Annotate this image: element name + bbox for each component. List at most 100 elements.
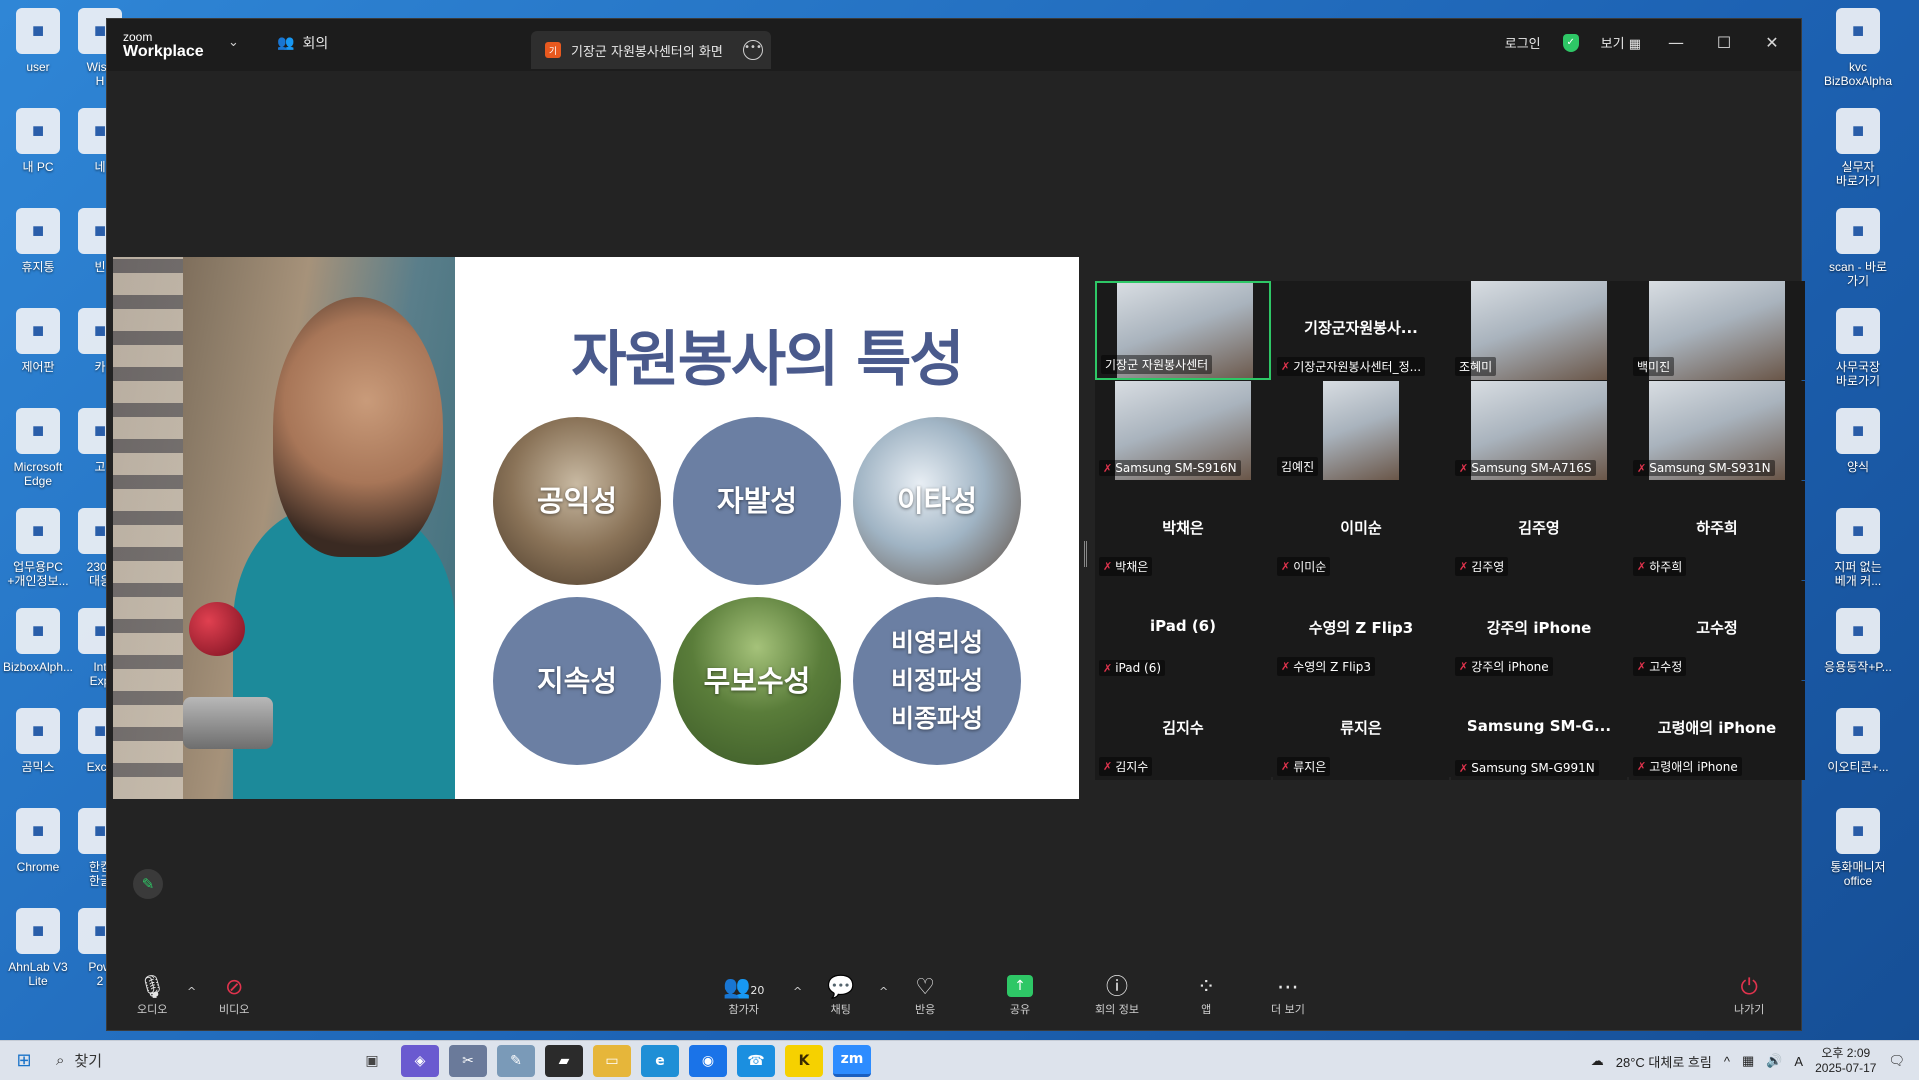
video-button[interactable]: ⊘ 비디오 — [219, 975, 249, 1017]
desktop-icon-label: 이오티콘+... — [1827, 760, 1889, 774]
audio-button[interactable]: 🎙 오디오 — [137, 975, 167, 1017]
participant-tile[interactable]: 박채은 ✗ 박채은 — [1095, 481, 1271, 580]
participant-tile[interactable]: 김예진 — [1273, 381, 1449, 480]
kakaotalk-icon[interactable]: K — [785, 1044, 823, 1077]
leave-button[interactable]: ⏻ 나가기 — [1734, 975, 1764, 1017]
zoom-taskbar-icon[interactable]: zm — [833, 1044, 871, 1077]
close-icon[interactable]: ✕ — [1759, 33, 1785, 52]
taskbar: ⊞ ⌕ 찾기 ▣ ◈ ✂ ✎ ▰ ▭ e ◉ ☎ K zm ☁ 28°C 대체로… — [0, 1040, 1919, 1080]
phone-manager-icon[interactable]: ☎ — [737, 1044, 775, 1077]
desktop-icon[interactable]: ■ 이오티콘+... — [1820, 700, 1896, 800]
chat-caret-icon[interactable]: ^ — [879, 985, 888, 998]
participant-tile[interactable]: 조혜미 — [1451, 281, 1627, 380]
more-icon[interactable]: ••• — [743, 40, 763, 60]
participant-name-large: 고령애의 iPhone — [1657, 719, 1777, 737]
participant-tile[interactable]: 하주희 ✗ 하주희 — [1629, 481, 1805, 580]
participant-label: ✗ 수영의 Z Flip3 — [1277, 657, 1376, 676]
edge-taskbar-icon[interactable]: e — [641, 1044, 679, 1077]
meeting-info-button[interactable]: ⓘ 회의 정보 — [1095, 975, 1139, 1017]
participant-label: ✗ 하주희 — [1633, 557, 1687, 576]
desktop-icon[interactable]: ■ 양식 — [1820, 400, 1896, 500]
shield-icon[interactable]: ✓ — [1562, 33, 1579, 52]
desktop-icon-label: 지퍼 없는 베개 커... — [1834, 560, 1882, 588]
participant-tile[interactable]: 기장군자원봉사... ✗ 기장군자원봉사센터_정... — [1273, 281, 1449, 380]
view-button[interactable]: 보기 ▦ — [1601, 33, 1641, 52]
participant-label: ✗ Samsung SM-S916N — [1099, 460, 1241, 476]
view-splitter[interactable] — [1084, 541, 1087, 567]
participant-tile[interactable]: Samsung SM-G... ✗ Samsung SM-G991N — [1451, 681, 1627, 780]
meeting-tab[interactable]: 👥 회의 — [277, 33, 328, 53]
volume-icon[interactable]: 🔊 — [1766, 1053, 1782, 1069]
desktop-icon[interactable]: ■ kvc BizBoxAlpha — [1820, 0, 1896, 100]
more-button[interactable]: ⋯ 더 보기 — [1271, 975, 1305, 1017]
participant-tile[interactable]: 수영의 Z Flip3 ✗ 수영의 Z Flip3 — [1273, 581, 1449, 680]
video-off-icon: ⊘ — [224, 975, 244, 1000]
copilot-icon[interactable]: ◈ — [401, 1044, 439, 1077]
desktop-icon[interactable]: ■ 응용동작+P... — [1820, 600, 1896, 700]
sticky-notes-icon[interactable]: ▰ — [545, 1044, 583, 1077]
user-folder-icon: ■ — [16, 8, 60, 54]
desktop-icon[interactable]: ■ 실무자 바로가기 — [1820, 100, 1896, 200]
reactions-button[interactable]: ♡ 반응 — [915, 975, 935, 1017]
apps-button[interactable]: ⁘ 앱 — [1197, 975, 1215, 1017]
participant-tile[interactable]: 김주영 ✗ 김주영 — [1451, 481, 1627, 580]
chat-button[interactable]: 💬 채팅 — [827, 975, 854, 1017]
participant-tile[interactable]: 고수정 ✗ 고수정 — [1629, 581, 1805, 680]
tray-chevron-icon[interactable]: ^ — [1724, 1054, 1730, 1069]
annotate-pen-icon[interactable]: ✎ — [133, 869, 163, 899]
brand-small: zoom — [123, 30, 153, 44]
participant-label: ✗ iPad (6) — [1099, 660, 1166, 676]
maximize-icon[interactable]: ☐ — [1711, 33, 1737, 52]
participant-label: ✗ 고령애의 iPhone — [1633, 757, 1742, 776]
desktop-icon[interactable]: ■ 사무국장 바로가기 — [1820, 300, 1896, 400]
audio-caret-icon[interactable]: ^ — [187, 985, 196, 998]
participant-tile[interactable]: 고령애의 iPhone ✗ 고령애의 iPhone — [1629, 681, 1805, 780]
participant-tile[interactable]: 류지은 ✗ 류지은 — [1273, 681, 1449, 780]
share-button[interactable]: ↑ 공유 — [1007, 975, 1033, 1017]
participant-tile[interactable]: ✗ Samsung SM-S931N — [1629, 381, 1805, 480]
weather-text[interactable]: 28°C 대체로 흐림 — [1616, 1052, 1712, 1071]
photo-shirt-stripes — [113, 257, 183, 799]
task-view-icon[interactable]: ▣ — [353, 1045, 391, 1077]
participant-name-large: 기장군자원봉사... — [1304, 319, 1418, 337]
participant-tile[interactable]: 김지수 ✗ 김지수 — [1095, 681, 1271, 780]
gallery-view: 기장군 자원봉사센터 기장군자원봉사... ✗ 기장군자원봉사센터_정... 조혜미 백미… — [1095, 281, 1805, 780]
participant-tile[interactable]: ✗ Samsung SM-S916N — [1095, 381, 1271, 480]
mic-muted-icon: ✗ — [1459, 761, 1469, 775]
zip-icon: ■ — [16, 508, 60, 554]
participants-caret-icon[interactable]: ^ — [793, 985, 802, 998]
mic-muted-icon: ✗ — [1103, 760, 1113, 773]
windows-start-icon[interactable]: ⊞ — [0, 1050, 48, 1071]
share-tab[interactable]: 기 기장군 자원봉사센터의 화면 ••• — [531, 31, 771, 69]
participants-label: 참가자 — [728, 1003, 759, 1016]
participant-name: Samsung SM-S931N — [1649, 461, 1771, 475]
notification-icon[interactable]: 🗨 — [1888, 1053, 1905, 1069]
paint-icon[interactable]: ✎ — [497, 1044, 535, 1077]
participant-tile[interactable]: ✗ Samsung SM-A716S — [1451, 381, 1627, 480]
participant-name: 강주의 iPhone — [1471, 660, 1549, 674]
taskbar-search[interactable]: ⌕ 찾기 — [48, 1041, 348, 1080]
participant-name-large: 박채은 — [1162, 519, 1204, 537]
participant-tile[interactable]: 기장군 자원봉사센터 — [1095, 281, 1271, 380]
more-label: 더 보기 — [1271, 1003, 1305, 1016]
share-arrow-icon: ↑ — [1007, 975, 1033, 997]
login-button[interactable]: 로그인 — [1505, 33, 1541, 52]
desktop-icon[interactable]: ■ 지퍼 없는 베개 커... — [1820, 500, 1896, 600]
participant-tile[interactable]: 강주의 iPhone ✗ 강주의 iPhone — [1451, 581, 1627, 680]
messenger-icon[interactable]: ◉ — [689, 1044, 727, 1077]
participant-tile[interactable]: 백미진 — [1629, 281, 1805, 380]
chevron-down-icon[interactable]: ⌄ — [228, 35, 239, 50]
participant-name: 박채은 — [1115, 560, 1149, 574]
participant-tile[interactable]: iPad (6) ✗ iPad (6) — [1095, 581, 1271, 680]
ime-indicator[interactable]: A — [1794, 1054, 1803, 1069]
network-icon[interactable]: ▦ — [1742, 1053, 1754, 1069]
minimize-icon[interactable]: — — [1663, 33, 1689, 52]
zoom-logo[interactable]: zoom Workplace — [123, 31, 204, 61]
desktop-icon[interactable]: ■ scan - 바로 가기 — [1820, 200, 1896, 300]
snipping-tool-icon[interactable]: ✂ — [449, 1044, 487, 1077]
participant-tile[interactable]: 이미순 ✗ 이미순 — [1273, 481, 1449, 580]
clock[interactable]: 오후 2:09 2025-07-17 — [1815, 1046, 1876, 1076]
participants-button[interactable]: 👥20 참가자 — [723, 975, 764, 1017]
desktop-icon[interactable]: ■ 통화매니저 office — [1820, 800, 1896, 900]
file-explorer-icon[interactable]: ▭ — [593, 1044, 631, 1077]
